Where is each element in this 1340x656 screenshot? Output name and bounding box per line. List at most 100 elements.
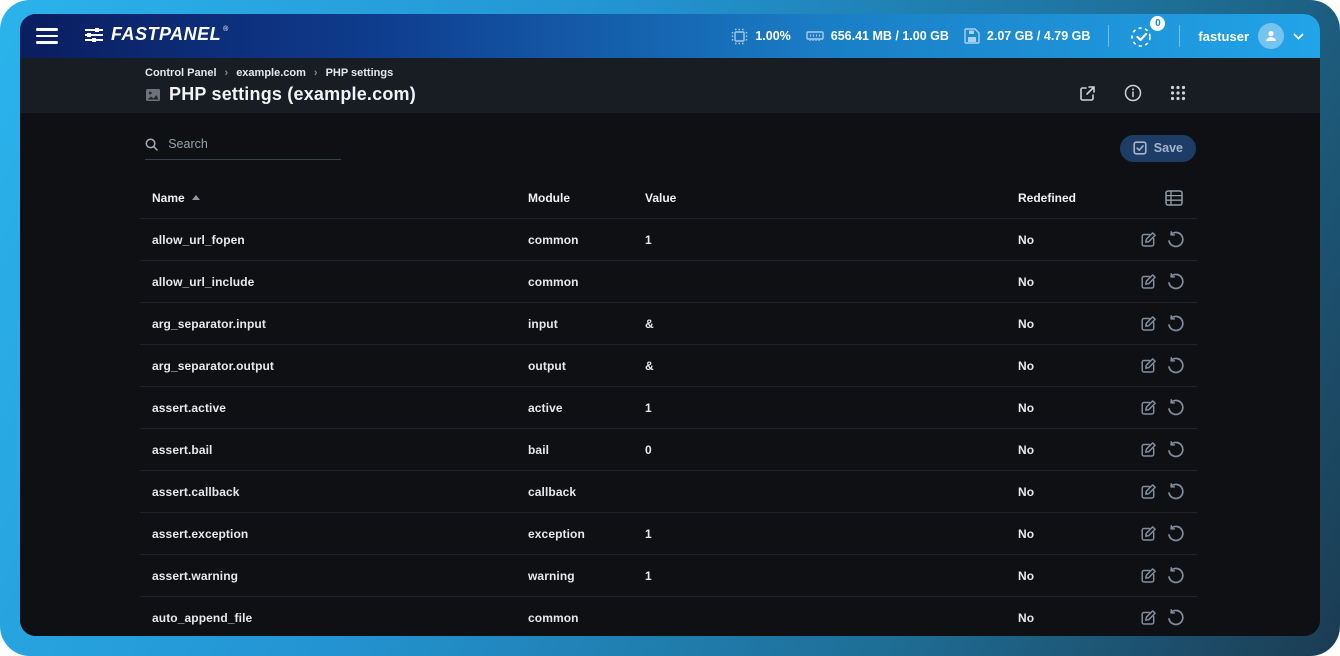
edit-icon [1140, 273, 1157, 290]
toolbar: Save [20, 113, 1320, 177]
user-menu[interactable]: fastuser [1198, 23, 1304, 49]
avatar [1258, 23, 1284, 49]
cell-name: assert.bail [140, 443, 528, 457]
table-row: allow_url_include common No [140, 261, 1197, 303]
reset-button[interactable] [1167, 399, 1184, 416]
cell-name: allow_url_fopen [140, 233, 528, 247]
edit-button[interactable] [1140, 357, 1157, 374]
table-body: allow_url_fopen common 1 No allow_url_in… [140, 219, 1197, 636]
edit-icon [1140, 441, 1157, 458]
ram-icon [806, 29, 824, 43]
reset-icon [1167, 315, 1184, 332]
cell-value: & [645, 359, 1018, 373]
main-content: Save Name Module Value Redefined [20, 113, 1320, 636]
cell-name: auto_append_file [140, 611, 528, 625]
cell-module: common [528, 611, 645, 625]
ram-usage: 656.41 MB / 1.00 GB [806, 29, 949, 43]
edit-button[interactable] [1140, 525, 1157, 542]
edit-button[interactable] [1140, 273, 1157, 290]
reset-button[interactable] [1167, 567, 1184, 584]
edit-button[interactable] [1140, 609, 1157, 626]
apps-grid-button[interactable] [1168, 82, 1188, 107]
column-header-value[interactable]: Value [645, 191, 1018, 205]
reset-button[interactable] [1167, 273, 1184, 290]
info-icon [1124, 84, 1142, 102]
logo-text: FASTPANEL [111, 24, 221, 45]
reset-icon [1167, 609, 1184, 626]
reset-icon [1167, 441, 1184, 458]
edit-button[interactable] [1140, 315, 1157, 332]
search-icon [145, 137, 158, 152]
reset-button[interactable] [1167, 525, 1184, 542]
breadcrumb-php-settings[interactable]: PHP settings [326, 67, 394, 79]
disk-icon [964, 28, 980, 44]
breadcrumb: Control Panel › example.com › PHP settin… [145, 67, 1320, 79]
open-external-button[interactable] [1077, 82, 1098, 107]
reset-button[interactable] [1167, 483, 1184, 500]
grid-dots-icon [1170, 85, 1186, 101]
cell-redefined: No [1018, 233, 1127, 247]
menu-button[interactable] [28, 20, 66, 52]
search-field[interactable] [145, 137, 341, 160]
edit-icon [1140, 609, 1157, 626]
table-row: arg_separator.input input & No [140, 303, 1197, 345]
edit-icon [1140, 357, 1157, 374]
search-input[interactable] [168, 137, 341, 151]
reset-button[interactable] [1167, 231, 1184, 248]
breadcrumb-control-panel[interactable]: Control Panel [145, 67, 217, 79]
php-settings-table: Name Module Value Redefined [140, 177, 1197, 636]
equalizer-icon [84, 27, 104, 48]
cell-redefined: No [1018, 485, 1127, 499]
reset-icon [1167, 399, 1184, 416]
edit-button[interactable] [1140, 399, 1157, 416]
notification-badge: 0 [1150, 16, 1165, 31]
table-row: assert.exception exception 1 No [140, 513, 1197, 555]
table-row: assert.active active 1 No [140, 387, 1197, 429]
table-row: auto_append_file common No [140, 597, 1197, 636]
edit-button[interactable] [1140, 441, 1157, 458]
cell-module: common [528, 233, 645, 247]
cell-redefined: No [1018, 275, 1127, 289]
edit-button[interactable] [1140, 483, 1157, 500]
cell-module: output [528, 359, 645, 373]
table-header-row: Name Module Value Redefined [140, 177, 1197, 219]
reset-button[interactable] [1167, 315, 1184, 332]
reset-icon [1167, 525, 1184, 542]
topbar: FASTPANEL ® 1.00% 656 [20, 14, 1320, 58]
save-button[interactable]: Save [1120, 135, 1196, 162]
table-row: allow_url_fopen common 1 No [140, 219, 1197, 261]
cell-name: assert.active [140, 401, 528, 415]
username: fastuser [1198, 29, 1249, 44]
disk-usage: 2.07 GB / 4.79 GB [964, 28, 1091, 44]
sort-ascending-icon [192, 195, 200, 200]
disk-value: 2.07 GB / 4.79 GB [987, 29, 1091, 43]
reset-button[interactable] [1167, 357, 1184, 374]
edit-icon [1140, 315, 1157, 332]
cell-module: warning [528, 569, 645, 583]
info-button[interactable] [1122, 82, 1144, 107]
cpu-icon [731, 28, 748, 45]
table-row: assert.bail bail 0 No [140, 429, 1197, 471]
app-window: FASTPANEL ® 1.00% 656 [20, 14, 1320, 636]
column-header-name[interactable]: Name [140, 191, 528, 205]
cell-module: common [528, 275, 645, 289]
edit-button[interactable] [1140, 567, 1157, 584]
table-columns-button[interactable] [1165, 190, 1183, 206]
cell-value: 1 [645, 527, 1018, 541]
cell-module: active [528, 401, 645, 415]
reset-button[interactable] [1167, 609, 1184, 626]
edit-button[interactable] [1140, 231, 1157, 248]
notifications-button[interactable]: 0 [1127, 21, 1161, 52]
breadcrumb-site[interactable]: example.com [236, 67, 306, 79]
reset-icon [1167, 231, 1184, 248]
table-row: assert.warning warning 1 No [140, 555, 1197, 597]
cell-module: input [528, 317, 645, 331]
reset-button[interactable] [1167, 441, 1184, 458]
column-header-redefined[interactable]: Redefined [1018, 191, 1127, 205]
edit-icon [1140, 525, 1157, 542]
fastpanel-logo[interactable]: FASTPANEL ® [84, 24, 228, 48]
topbar-divider [1108, 25, 1109, 47]
cell-name: arg_separator.output [140, 359, 528, 373]
cell-redefined: No [1018, 401, 1127, 415]
column-header-module[interactable]: Module [528, 191, 645, 205]
